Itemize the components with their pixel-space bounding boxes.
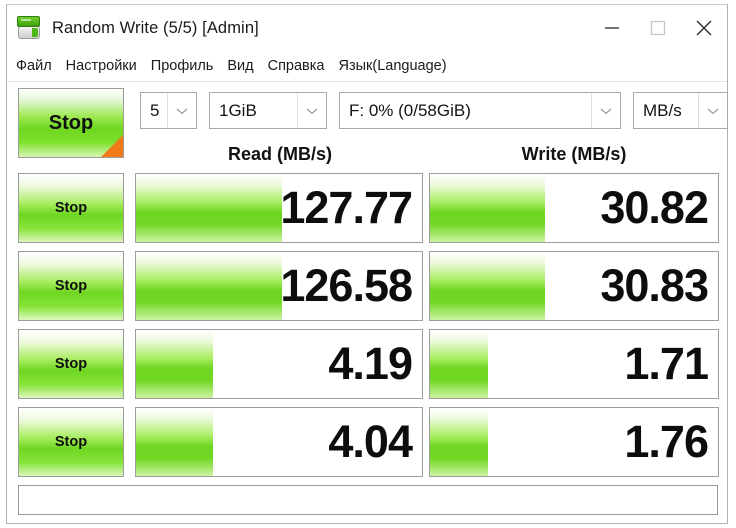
write-fill-bar xyxy=(430,252,546,320)
window-controls xyxy=(589,5,727,51)
row-run-button[interactable]: Stop xyxy=(18,173,124,243)
header-read: Read (MB/s) xyxy=(227,144,332,164)
read-score: 126.58 xyxy=(280,260,413,311)
app-window: Random Write (5/5) [Admin] Файл Настройк… xyxy=(6,4,728,524)
read-score: 4.04 xyxy=(328,416,413,467)
write-score: 30.83 xyxy=(600,260,709,311)
read-fill-bar xyxy=(136,330,214,398)
write-result-cell[interactable]: 1.71 xyxy=(429,329,719,399)
menu-item-file[interactable]: Файл xyxy=(16,56,61,76)
title-bar: Random Write (5/5) [Admin] xyxy=(7,5,727,51)
crystaldiskmark-icon xyxy=(16,15,42,41)
results-grid: Stop 127.77 30.82 Stop 126.58 30.83 Stop… xyxy=(18,173,719,485)
drive-value: F: 0% (0/58GiB) xyxy=(349,100,471,120)
drive-select[interactable]: F: 0% (0/58GiB) xyxy=(339,92,621,129)
toolbar-combos: 5 1GiB F: 0% (0/58GiB) MB/s xyxy=(140,92,728,129)
table-row: Stop 4.19 1.71 xyxy=(18,329,719,399)
test-size-value: 1GiB xyxy=(219,100,257,120)
minimize-icon[interactable] xyxy=(589,5,635,51)
write-score: 1.71 xyxy=(624,338,709,389)
menu-item-settings[interactable]: Настройки xyxy=(66,56,146,76)
unit-value: MB/s xyxy=(643,100,682,120)
run-all-button-label: Stop xyxy=(48,111,94,134)
read-fill-bar xyxy=(136,252,282,320)
test-size-select[interactable]: 1GiB xyxy=(209,92,327,129)
menu-item-profile[interactable]: Профиль xyxy=(151,56,223,76)
write-fill-bar xyxy=(430,330,488,398)
table-row: Stop 126.58 30.83 xyxy=(18,251,719,321)
write-fill-bar xyxy=(430,174,546,242)
comment-input[interactable] xyxy=(18,485,718,515)
read-result-cell[interactable]: 126.58 xyxy=(135,251,423,321)
row-run-button-label: Stop xyxy=(54,200,88,216)
loop-count-value: 5 xyxy=(150,100,160,120)
read-result-cell[interactable]: 4.04 xyxy=(135,407,423,477)
toolbar: Stop 5 1GiB F: 0% (0/58GiB) MB/s xyxy=(7,82,728,158)
menu-bar: Файл Настройки Профиль Вид Справка Язык(… xyxy=(7,51,727,82)
menu-item-view[interactable]: Вид xyxy=(227,56,262,76)
loop-count-select[interactable]: 5 xyxy=(140,92,197,129)
column-headers: Read (MB/s) Write (MB/s) xyxy=(7,144,727,172)
table-row: Stop 4.04 1.76 xyxy=(18,407,719,477)
chevron-down-icon[interactable] xyxy=(591,93,620,128)
chevron-down-icon[interactable] xyxy=(698,93,727,128)
write-result-cell[interactable]: 1.76 xyxy=(429,407,719,477)
row-run-button-label: Stop xyxy=(54,434,88,450)
read-fill-bar xyxy=(136,408,214,476)
menu-item-language[interactable]: Язык(Language) xyxy=(339,56,456,76)
row-run-button-label: Stop xyxy=(54,278,88,294)
read-result-cell[interactable]: 127.77 xyxy=(135,173,423,243)
window-title: Random Write (5/5) [Admin] xyxy=(52,18,259,37)
table-row: Stop 127.77 30.82 xyxy=(18,173,719,243)
read-score: 127.77 xyxy=(280,182,413,233)
write-score: 1.76 xyxy=(624,416,709,467)
header-write: Write (MB/s) xyxy=(521,144,627,164)
close-icon[interactable] xyxy=(681,5,727,51)
chevron-down-icon[interactable] xyxy=(297,93,326,128)
chevron-down-icon[interactable] xyxy=(167,93,196,128)
row-run-button[interactable]: Stop xyxy=(18,407,124,477)
row-run-button-label: Stop xyxy=(54,356,88,372)
write-fill-bar xyxy=(430,408,488,476)
read-score: 4.19 xyxy=(328,338,413,389)
read-result-cell[interactable]: 4.19 xyxy=(135,329,423,399)
write-score: 30.82 xyxy=(600,182,709,233)
row-run-button[interactable]: Stop xyxy=(18,329,124,399)
read-fill-bar xyxy=(136,174,282,242)
unit-select[interactable]: MB/s xyxy=(633,92,728,129)
write-result-cell[interactable]: 30.82 xyxy=(429,173,719,243)
menu-item-help[interactable]: Справка xyxy=(268,56,334,76)
write-result-cell[interactable]: 30.83 xyxy=(429,251,719,321)
row-run-button[interactable]: Stop xyxy=(18,251,124,321)
maximize-icon[interactable] xyxy=(635,5,681,51)
